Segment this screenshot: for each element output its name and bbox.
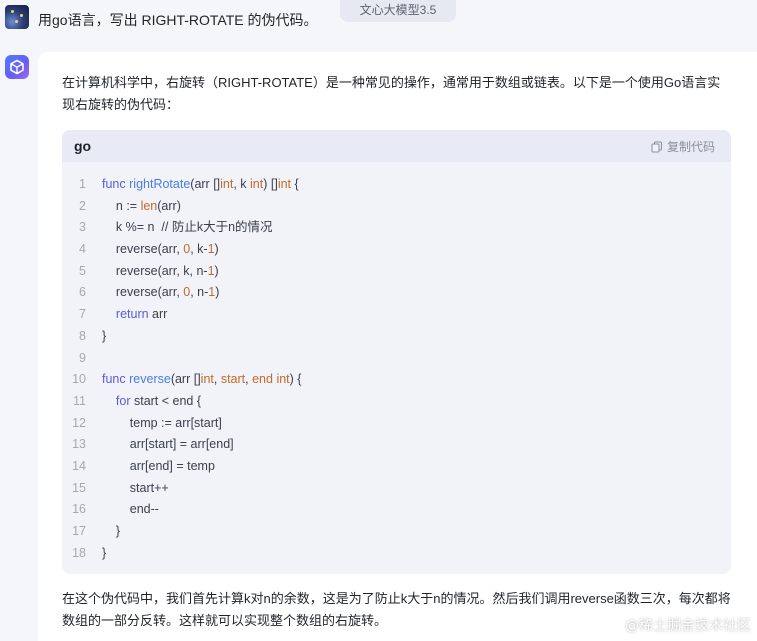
line-number: 4 — [79, 242, 86, 257]
user-message-text: 用go语言，写出 RIGHT-ROTATE 的伪代码。 — [38, 12, 318, 28]
code-line: 6 reverse(arr, 0, n-1) — [62, 282, 731, 304]
line-number: 1 — [79, 177, 86, 191]
answer-intro: 在计算机科学中，右旋转（RIGHT-ROTATE）是一种常见的操作，通常用于数组… — [62, 75, 721, 112]
code-line: 8} — [62, 326, 731, 348]
copy-code-button[interactable]: 复制代码 — [651, 138, 715, 155]
line-number: 14 — [72, 458, 86, 473]
line-number: 3 — [79, 220, 86, 235]
copy-code-label: 复制代码 — [666, 140, 715, 154]
line-number: 6 — [79, 285, 86, 300]
copy-icon — [651, 141, 662, 152]
line-number: 7 — [79, 307, 86, 322]
line-number: 8 — [79, 328, 86, 343]
line-number: 18 — [72, 545, 86, 560]
code-header: go 复制代码 — [62, 130, 731, 162]
code-text: n := len(arr) — [102, 198, 181, 213]
code-text: end-- — [102, 502, 159, 517]
code-line: 4 reverse(arr, 0, k-1) — [62, 239, 731, 261]
code-text: start++ — [102, 480, 169, 495]
code-line: 14 arr[end] = temp — [62, 456, 731, 478]
line-number: 17 — [72, 524, 86, 538]
watermark: @稀土掘金技术社区 — [625, 618, 751, 634]
code-text: } — [102, 524, 121, 538]
line-number: 16 — [72, 502, 86, 517]
code-block: go 复制代码 1 func rightRotate(arr []int, k i… — [62, 130, 731, 574]
code-lines: 1 func rightRotate(arr []int, k int) []in… — [62, 174, 731, 564]
line-number: 13 — [72, 437, 86, 452]
code-line: 9 — [62, 348, 731, 370]
code-line: 7 return arr — [62, 304, 731, 326]
code-text: for start < end { — [115, 393, 202, 408]
code-text: } — [102, 328, 107, 343]
code-line: 13 arr[start] = arr[end] — [62, 434, 731, 456]
code-line: 3 k %= n // 防止k大于n的情况 — [62, 217, 731, 239]
bot-avatar-icon — [5, 55, 29, 79]
code-text: k %= n // 防止k大于n的情况 — [102, 220, 273, 235]
code-text: reverse(arr, 0, n-1) — [102, 285, 220, 300]
line-number: 5 — [79, 263, 86, 278]
code-text: } — [102, 545, 107, 560]
line-number: 9 — [79, 350, 86, 365]
code-text: temp := arr[start] — [102, 415, 222, 430]
code-text: arr[start] = arr[end] — [102, 437, 234, 452]
line-number: 15 — [72, 480, 86, 495]
code-line: 2 n := len(arr) — [62, 196, 731, 218]
code-text: func rightRotate(arr []int, k int) []int… — [102, 177, 299, 191]
code-line: 17 } — [62, 521, 731, 543]
code-line: 15 start++ — [62, 478, 731, 500]
cube-icon — [10, 59, 24, 75]
code-text: arr[end] = temp — [102, 458, 215, 473]
line-number: 2 — [79, 198, 86, 213]
code-line: 18} — [62, 543, 731, 565]
code-line: 5 reverse(arr, k, n-1) — [62, 261, 731, 283]
line-number: 11 — [73, 393, 86, 408]
code-line: 11 for start < end { — [62, 391, 731, 413]
code-line: 16 end-- — [62, 499, 731, 521]
line-number: 12 — [72, 415, 86, 430]
code-text: reverse(arr, 0, k-1) — [102, 242, 219, 257]
code-text: reverse(arr, k, n-1) — [102, 263, 219, 278]
line-number: 10 — [72, 372, 86, 387]
model-tag: 文心大模型3.5 — [340, 0, 456, 22]
code-text: return arr — [115, 307, 168, 322]
code-language-label: go — [74, 138, 92, 154]
code-line: 10 func reverse(arr []int, start, end int… — [62, 369, 731, 391]
code-line: 1 func rightRotate(arr []int, k int) []in… — [62, 174, 731, 196]
user-avatar[interactable] — [5, 5, 29, 29]
code-line: 12 temp := arr[start] — [62, 413, 731, 435]
code-text: func reverse(arr []int, start, end int) … — [102, 372, 302, 387]
